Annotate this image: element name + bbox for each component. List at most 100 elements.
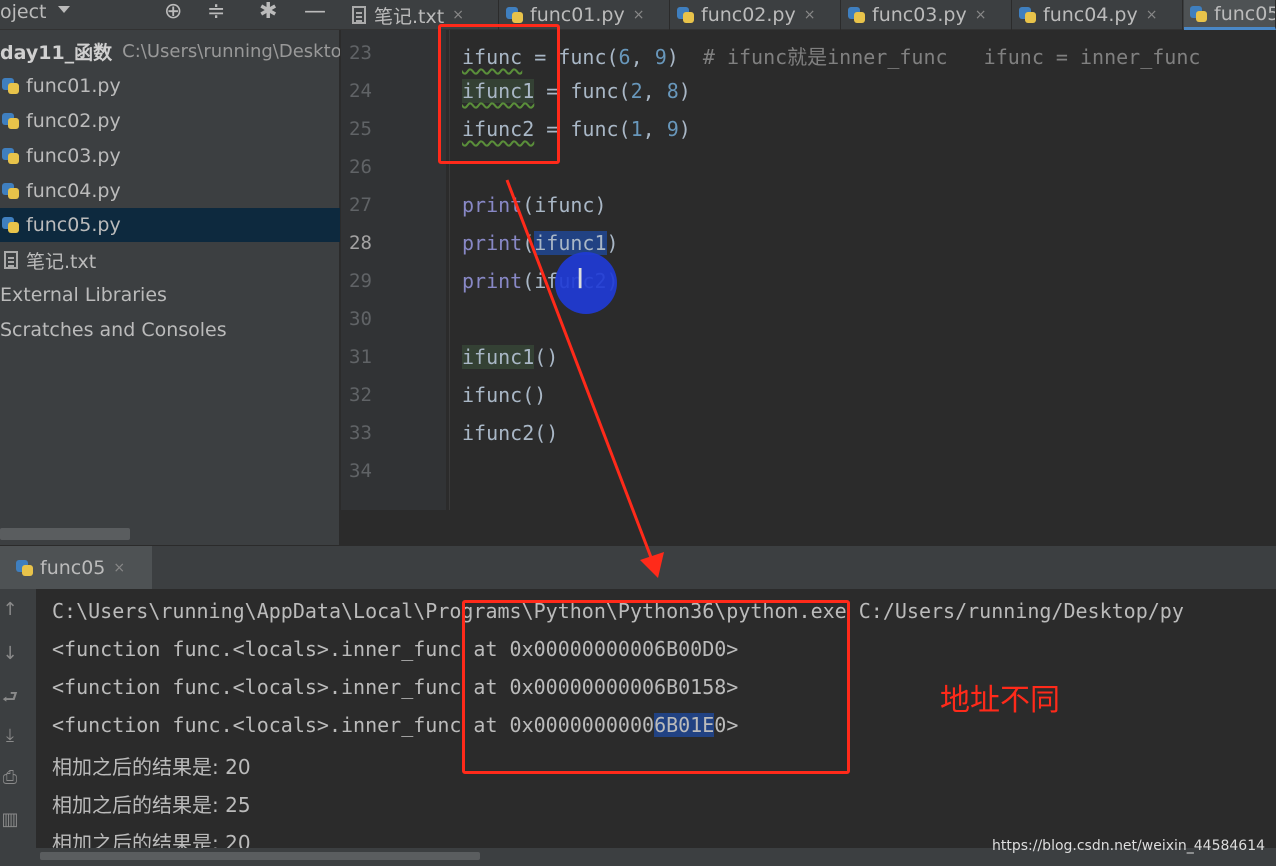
line-number: 28 — [349, 232, 372, 254]
line-number: 26 — [349, 156, 372, 178]
tree-item-label: Scratches and Consoles — [0, 319, 227, 341]
close-icon[interactable]: × — [1146, 7, 1158, 23]
code-keyword: print — [462, 231, 523, 255]
python-file-icon — [2, 146, 20, 166]
tree-item-func03[interactable]: func03.py — [0, 139, 340, 173]
code-line-27: print(ifunc) — [462, 193, 607, 217]
locate-icon[interactable]: ⊕ — [164, 0, 182, 24]
code-token: , — [642, 117, 667, 141]
close-icon[interactable]: × — [113, 560, 125, 576]
python-file-icon — [848, 5, 866, 25]
up-arrow-icon[interactable]: ↑ — [0, 599, 20, 620]
project-view-selector[interactable]: oject — [0, 0, 47, 24]
python-file-icon — [2, 111, 20, 131]
watermark: https://blog.csdn.net/weixin_44584614 — [992, 838, 1266, 854]
tree-item-scratches[interactable]: Scratches and Consoles — [0, 313, 340, 347]
tab-func03[interactable]: func03.py × — [842, 0, 1012, 30]
line-number: 33 — [349, 422, 372, 444]
tree-item-func01[interactable]: func01.py — [0, 69, 340, 103]
code-token: ) — [606, 231, 619, 255]
project-root[interactable]: day11_函数 C:\Users\running\Desktop — [0, 34, 340, 68]
tab-func05[interactable]: func05 — [1184, 0, 1276, 30]
run-panel-header: func05 × — [0, 545, 1276, 590]
close-icon[interactable]: × — [804, 7, 816, 23]
code-line-33: ifunc2() — [462, 421, 559, 445]
code-token: , — [630, 45, 655, 69]
code-token: 2 — [630, 79, 643, 103]
editor-bottom-area — [341, 513, 1276, 545]
tab-label: 笔记.txt — [374, 5, 445, 28]
tree-item-func05[interactable]: func05.py — [0, 208, 340, 242]
tab-label: func05 — [1214, 2, 1276, 25]
code-line-28: print(ifunc1) — [462, 231, 619, 255]
line-number: 32 — [349, 384, 372, 406]
collapse-icon[interactable]: ≑ — [207, 0, 225, 24]
line-number: 24 — [349, 80, 372, 102]
tree-item-notes-txt[interactable]: 笔记.txt — [0, 243, 340, 277]
tree-item-label: func02.py — [26, 110, 121, 132]
tab-func02[interactable]: func02.py × — [671, 0, 841, 30]
code-comment: # ifunc就是inner_func ifunc = inner_func — [702, 45, 1201, 69]
python-file-icon — [16, 558, 34, 578]
tree-item-external-libraries[interactable]: External Libraries — [0, 278, 340, 312]
scroll-to-end-icon[interactable]: ⤓ — [0, 725, 20, 746]
tab-func04[interactable]: func04.py × — [1013, 0, 1183, 30]
trash-icon[interactable]: ▥ — [0, 809, 20, 830]
run-tab-func05[interactable]: func05 × — [0, 546, 152, 590]
code-token: , — [642, 79, 667, 103]
run-toolbar: ↑ ↓ ⮐ ⤓ ⎙ ▥ — [0, 589, 36, 866]
txt-file-icon — [4, 251, 18, 269]
sidebar-scrollbar[interactable] — [0, 528, 130, 540]
console-line: 相加之后的结果是: 20 — [52, 755, 251, 779]
code-token: 9 — [666, 117, 679, 141]
print-icon[interactable]: ⎙ — [0, 767, 20, 788]
project-root-path: C:\Users\running\Desktop — [122, 40, 340, 62]
code-line-31: ifunc1() — [462, 345, 558, 369]
tree-item-label: 笔记.txt — [26, 250, 97, 273]
code-line-23: ifunc = func(6, 9) # ifunc就是inner_func i… — [462, 41, 1200, 70]
code-keyword: print — [462, 269, 523, 293]
close-icon[interactable]: × — [452, 7, 464, 23]
tab-label: func02.py — [701, 4, 796, 26]
mouse-cursor-highlight — [555, 252, 617, 314]
tab-label: func03.py — [872, 4, 967, 26]
tree-item-label: func05.py — [26, 214, 121, 236]
project-tree: day11_函数 C:\Users\running\Desktop func01… — [0, 30, 340, 545]
code-token: () — [534, 345, 559, 369]
code-token: (ifunc) — [522, 193, 607, 217]
code-token: 6 — [618, 45, 631, 69]
tree-item-label: func01.py — [26, 75, 121, 97]
run-tab-label: func05 — [40, 557, 106, 579]
python-file-icon — [2, 76, 20, 96]
tree-item-func02[interactable]: func02.py — [0, 104, 340, 138]
down-arrow-icon[interactable]: ↓ — [0, 643, 20, 664]
gear-icon[interactable]: ✱ — [259, 0, 277, 24]
console-line: 相加之后的结果是: 25 — [52, 793, 251, 817]
close-icon[interactable]: × — [633, 7, 645, 23]
scrollbar-thumb[interactable] — [40, 852, 480, 860]
code-token: 9 — [654, 45, 667, 69]
code-token: ) — [666, 45, 703, 69]
text-cursor-icon: I — [576, 262, 585, 295]
soft-wrap-icon[interactable]: ⮐ — [0, 685, 20, 715]
line-number: 25 — [349, 118, 372, 140]
tab-label: func04.py — [1043, 4, 1138, 26]
close-icon[interactable]: × — [975, 7, 987, 23]
tree-item-label: External Libraries — [0, 284, 167, 306]
python-file-icon — [1019, 5, 1037, 25]
line-number: 23 — [349, 42, 372, 64]
tab-label: func01.py — [530, 4, 625, 26]
code-token: 1 — [630, 117, 643, 141]
tree-item-func04[interactable]: func04.py — [0, 174, 340, 208]
line-number: 29 — [349, 270, 372, 292]
hide-icon[interactable]: — — [304, 0, 326, 24]
txt-file-icon — [352, 6, 366, 24]
tree-item-label: func03.py — [26, 145, 121, 167]
line-number: 31 — [349, 346, 372, 368]
tree-item-label: func04.py — [26, 180, 121, 202]
python-file-icon — [2, 181, 20, 201]
code-token: ( — [522, 231, 535, 255]
chevron-down-icon[interactable] — [58, 6, 70, 13]
python-file-icon — [1190, 4, 1208, 24]
code-keyword: print — [462, 193, 523, 217]
